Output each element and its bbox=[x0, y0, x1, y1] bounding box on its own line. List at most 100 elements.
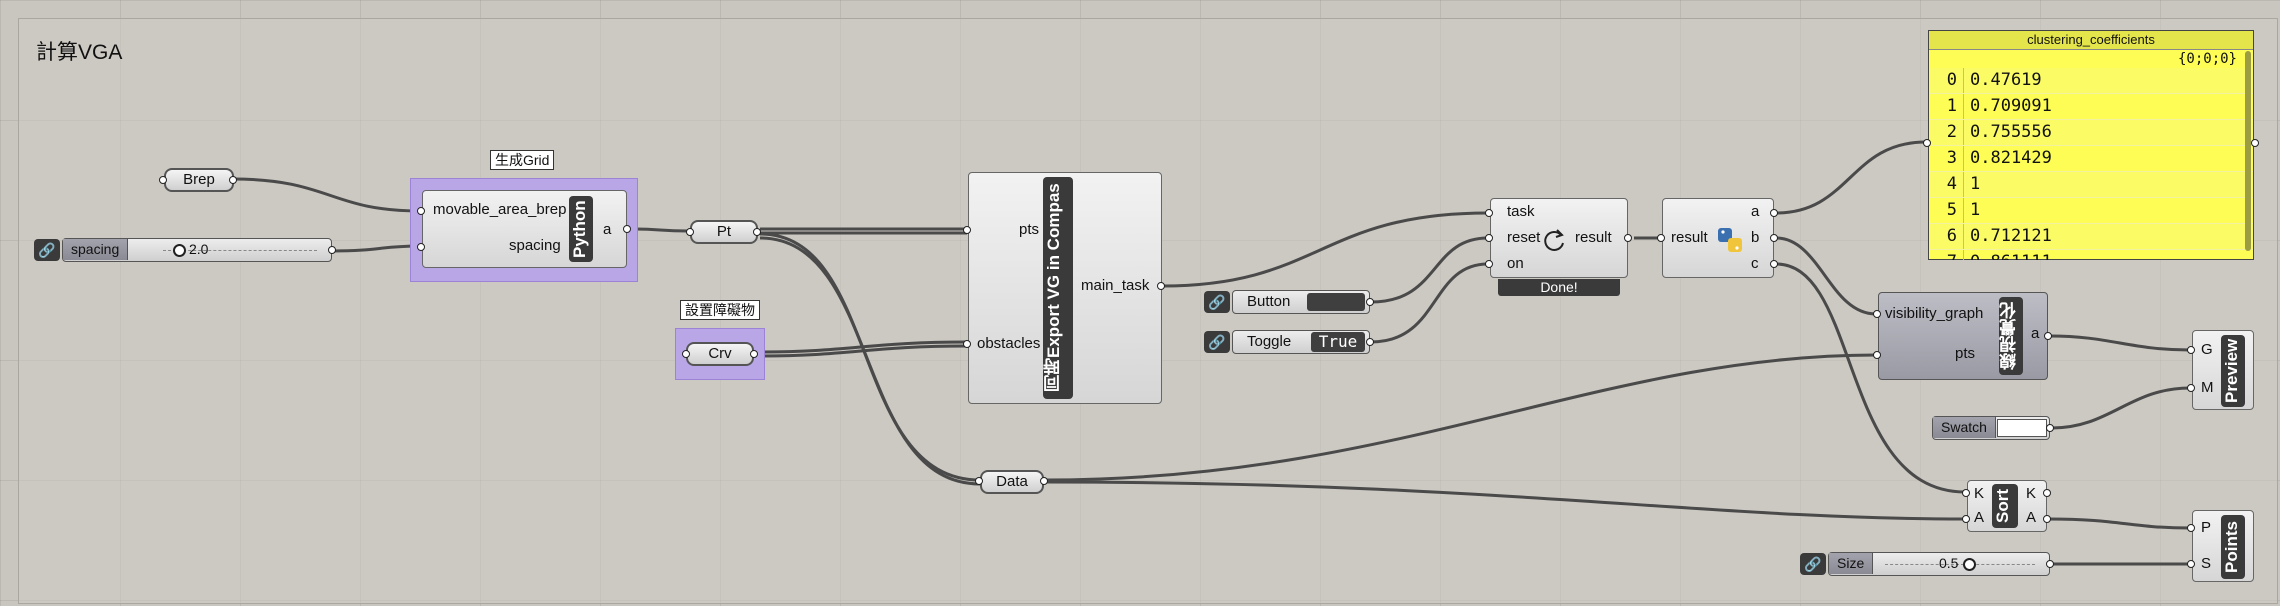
preview-input-g: G bbox=[2201, 341, 2213, 358]
python-script-component[interactable]: result a b c bbox=[1662, 198, 1774, 278]
preview-input-m: M bbox=[2201, 379, 2214, 396]
brep-output-port[interactable] bbox=[229, 176, 237, 184]
swatch-color[interactable] bbox=[1997, 419, 2047, 437]
toggle-link-icon[interactable]: 🔗 bbox=[1204, 331, 1230, 353]
size-slider-value: 0.5 bbox=[1939, 555, 1959, 571]
task-status: Done! bbox=[1498, 279, 1620, 296]
data-param[interactable]: Data bbox=[980, 470, 1044, 494]
visual-in-1[interactable] bbox=[1873, 310, 1881, 318]
visual-output-a: a bbox=[2031, 325, 2040, 342]
brep-param[interactable]: Brep bbox=[164, 168, 234, 192]
python-logo-icon bbox=[1718, 228, 1742, 252]
sort-input-k: K bbox=[1974, 485, 1985, 502]
task-out-result[interactable] bbox=[1624, 234, 1632, 242]
compas-out-main-task[interactable] bbox=[1157, 282, 1165, 290]
button-trigger[interactable] bbox=[1307, 293, 1365, 311]
panel-out[interactable] bbox=[2251, 139, 2259, 147]
size-slider-track[interactable] bbox=[1885, 564, 2035, 565]
data-label: Data bbox=[996, 473, 1028, 490]
python2-in[interactable] bbox=[1657, 234, 1665, 242]
visual-component[interactable]: visibility_graph pts 線視覺化 a bbox=[1878, 292, 2048, 380]
toggle-component[interactable]: Toggle True bbox=[1232, 330, 1370, 354]
python2-output-b: b bbox=[1751, 229, 1760, 246]
size-out[interactable] bbox=[2046, 560, 2054, 568]
obstacles-group-tag: 設置障礙物 bbox=[680, 300, 760, 320]
python2-input-result: result bbox=[1671, 229, 1708, 246]
list-item: 1 0.709091 bbox=[1929, 94, 2253, 120]
pt-param[interactable]: Pt bbox=[690, 220, 758, 244]
brep-input-port[interactable] bbox=[159, 176, 167, 184]
python-grid-title: Python bbox=[569, 196, 593, 262]
sort-component[interactable]: K A Sort K A bbox=[1967, 480, 2047, 532]
panel-in[interactable] bbox=[1923, 139, 1931, 147]
preview-component[interactable]: G M Preview bbox=[2192, 330, 2254, 410]
sort-title: Sort bbox=[1992, 484, 2018, 528]
spacing-slider[interactable]: spacing 2.0 bbox=[62, 238, 332, 262]
panel-scrollbar[interactable] bbox=[2245, 51, 2251, 251]
visual-input-pts: pts bbox=[1955, 345, 1976, 362]
visual-in-2[interactable] bbox=[1873, 351, 1881, 359]
link-icon[interactable]: 🔗 bbox=[34, 239, 60, 261]
size-link-icon[interactable]: 🔗 bbox=[1800, 553, 1826, 575]
points-in-p[interactable] bbox=[2187, 524, 2195, 532]
data-output-port[interactable] bbox=[1040, 477, 1048, 485]
crv-output-port[interactable] bbox=[750, 350, 758, 358]
pt-output-port[interactable] bbox=[753, 228, 761, 236]
compas-output-main-task: main_task bbox=[1081, 277, 1150, 294]
size-slider-handle[interactable] bbox=[1963, 558, 1976, 571]
spacing-output-port[interactable] bbox=[328, 246, 336, 254]
pt-input-port[interactable] bbox=[686, 228, 694, 236]
grid-group-tag: 生成Grid bbox=[490, 150, 555, 170]
clustering-coefficients-panel[interactable]: clustering_coefficients {0;0;0} 0 0.47619… bbox=[1928, 30, 2254, 260]
toggle-out[interactable] bbox=[1366, 338, 1374, 346]
swatch-component[interactable]: Swatch bbox=[1932, 416, 2050, 440]
swatch-label: Swatch bbox=[1933, 417, 1996, 438]
task-in-task[interactable] bbox=[1485, 209, 1493, 217]
size-slider[interactable]: Size 0.5 bbox=[1828, 552, 2050, 576]
task-component[interactable]: task reset on result bbox=[1490, 198, 1628, 278]
crv-param[interactable]: Crv bbox=[686, 342, 754, 366]
python-grid-component[interactable]: movable_area_brep spacing Python a bbox=[422, 190, 627, 268]
button-out[interactable] bbox=[1366, 298, 1374, 306]
python-grid-out[interactable] bbox=[623, 225, 631, 233]
points-input-p: P bbox=[2201, 519, 2212, 536]
list-item: 0 0.47619 bbox=[1929, 68, 2253, 94]
data-input-port[interactable] bbox=[975, 477, 983, 485]
compas-in-pts[interactable] bbox=[963, 226, 971, 234]
spacing-slider-track[interactable] bbox=[163, 250, 317, 251]
points-in-s[interactable] bbox=[2187, 560, 2195, 568]
sort-out-a[interactable] bbox=[2043, 515, 2051, 523]
spacing-slider-handle[interactable] bbox=[173, 244, 186, 257]
visual-out[interactable] bbox=[2044, 332, 2052, 340]
python2-out-b[interactable] bbox=[1770, 234, 1778, 242]
sort-in-k[interactable] bbox=[1962, 489, 1970, 497]
preview-in-g[interactable] bbox=[2187, 346, 2195, 354]
crv-input-port[interactable] bbox=[682, 350, 690, 358]
toggle-value[interactable]: True bbox=[1311, 332, 1365, 352]
panel-list[interactable]: 0 0.47619 1 0.709091 2 0.755556 3 0.821429 4… bbox=[1929, 68, 2253, 260]
toggle-label: Toggle bbox=[1247, 333, 1292, 350]
python2-out-a[interactable] bbox=[1770, 209, 1778, 217]
wire-button-reset bbox=[1370, 236, 1489, 304]
task-in-reset[interactable] bbox=[1485, 234, 1493, 242]
python-grid-in-1[interactable] bbox=[417, 207, 425, 215]
size-slider-name: Size bbox=[1829, 553, 1874, 574]
compas-export-component[interactable]: pts obstacles 同時Export VG in Compas main… bbox=[968, 172, 1162, 404]
button-component[interactable]: Button bbox=[1232, 290, 1370, 314]
refresh-icon bbox=[1544, 229, 1564, 251]
compas-in-obstacles[interactable] bbox=[963, 340, 971, 348]
wire-sort-points-p bbox=[2048, 517, 2191, 530]
python-grid-in-2[interactable] bbox=[417, 243, 425, 251]
visual-title: 線視覺化 bbox=[1999, 297, 2023, 375]
brep-label: Brep bbox=[183, 171, 215, 188]
button-link-icon[interactable]: 🔗 bbox=[1204, 291, 1230, 313]
preview-in-m[interactable] bbox=[2187, 384, 2195, 392]
wire-python-pt bbox=[632, 227, 689, 233]
task-in-on[interactable] bbox=[1485, 260, 1493, 268]
python2-out-c[interactable] bbox=[1770, 260, 1778, 268]
sort-out-k[interactable] bbox=[2043, 489, 2051, 497]
swatch-out[interactable] bbox=[2046, 424, 2054, 432]
wire-brep-python bbox=[231, 177, 421, 213]
sort-in-a[interactable] bbox=[1962, 515, 1970, 523]
points-component[interactable]: P S Points bbox=[2192, 510, 2254, 582]
